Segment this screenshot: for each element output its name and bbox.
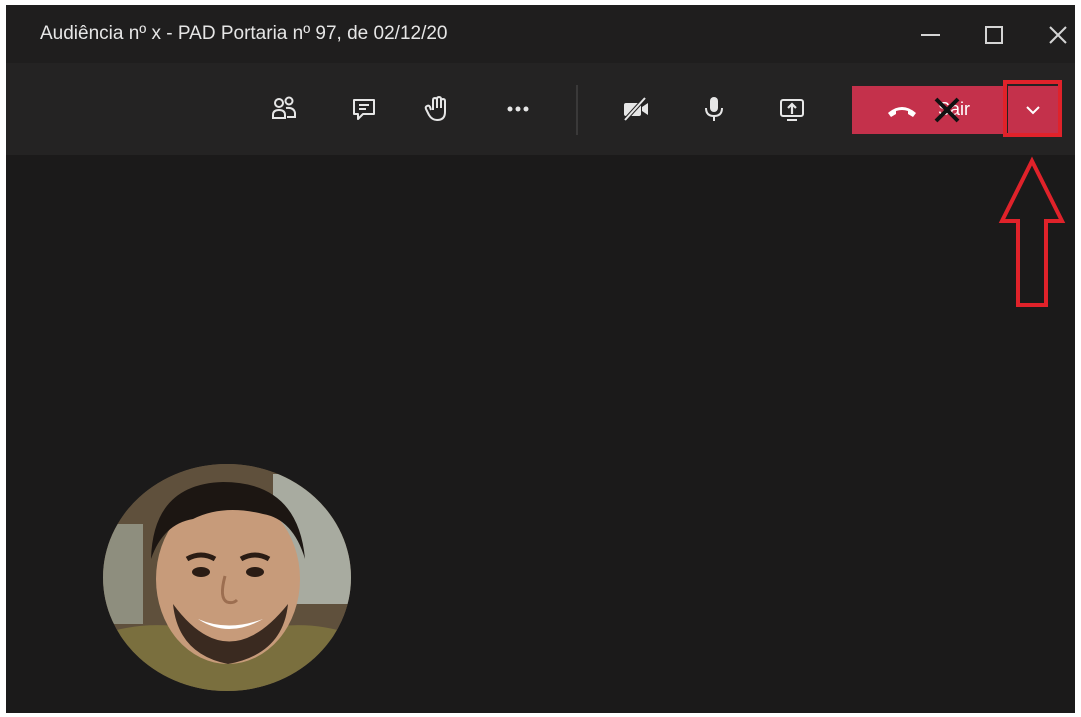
chat-icon: [353, 99, 375, 120]
camera-toggle-button[interactable]: [616, 89, 656, 129]
camera-off-icon: [623, 96, 648, 122]
share-screen-button[interactable]: [772, 89, 812, 129]
participants-icon: [272, 96, 296, 119]
hang-up-icon: [888, 107, 916, 117]
raise-hand-button[interactable]: [418, 89, 458, 129]
microphone-button[interactable]: [694, 89, 734, 129]
meeting-toolbar: Sair: [6, 63, 1075, 155]
participants-button[interactable]: [264, 89, 304, 129]
toolbar-divider: [576, 85, 578, 135]
avatar: [103, 464, 351, 691]
microphone-icon: [705, 97, 723, 121]
leave-button[interactable]: Sair: [852, 86, 1006, 134]
title-bar: Audiência nº x - PAD Portaria nº 97, de …: [6, 5, 1075, 63]
meeting-window: Audiência nº x - PAD Portaria nº 97, de …: [6, 5, 1075, 713]
minimize-button[interactable]: [910, 17, 950, 53]
arrow-up-icon: [998, 156, 1066, 307]
chat-button[interactable]: [344, 89, 384, 129]
window-title: Audiência nº x - PAD Portaria nº 97, de …: [40, 23, 448, 44]
maximize-button[interactable]: [974, 17, 1014, 53]
minimize-icon: [921, 34, 940, 36]
more-options-icon: [507, 106, 529, 112]
raise-hand-icon: [424, 96, 446, 121]
close-button[interactable]: [1038, 17, 1078, 53]
maximize-icon: [985, 26, 1003, 44]
close-icon: [1049, 26, 1067, 44]
share-screen-icon: [780, 99, 804, 121]
highlight-box: [1003, 80, 1062, 137]
cross-mark-icon: [934, 97, 960, 123]
participant-photo: [103, 464, 351, 691]
more-options-button[interactable]: [498, 89, 538, 129]
